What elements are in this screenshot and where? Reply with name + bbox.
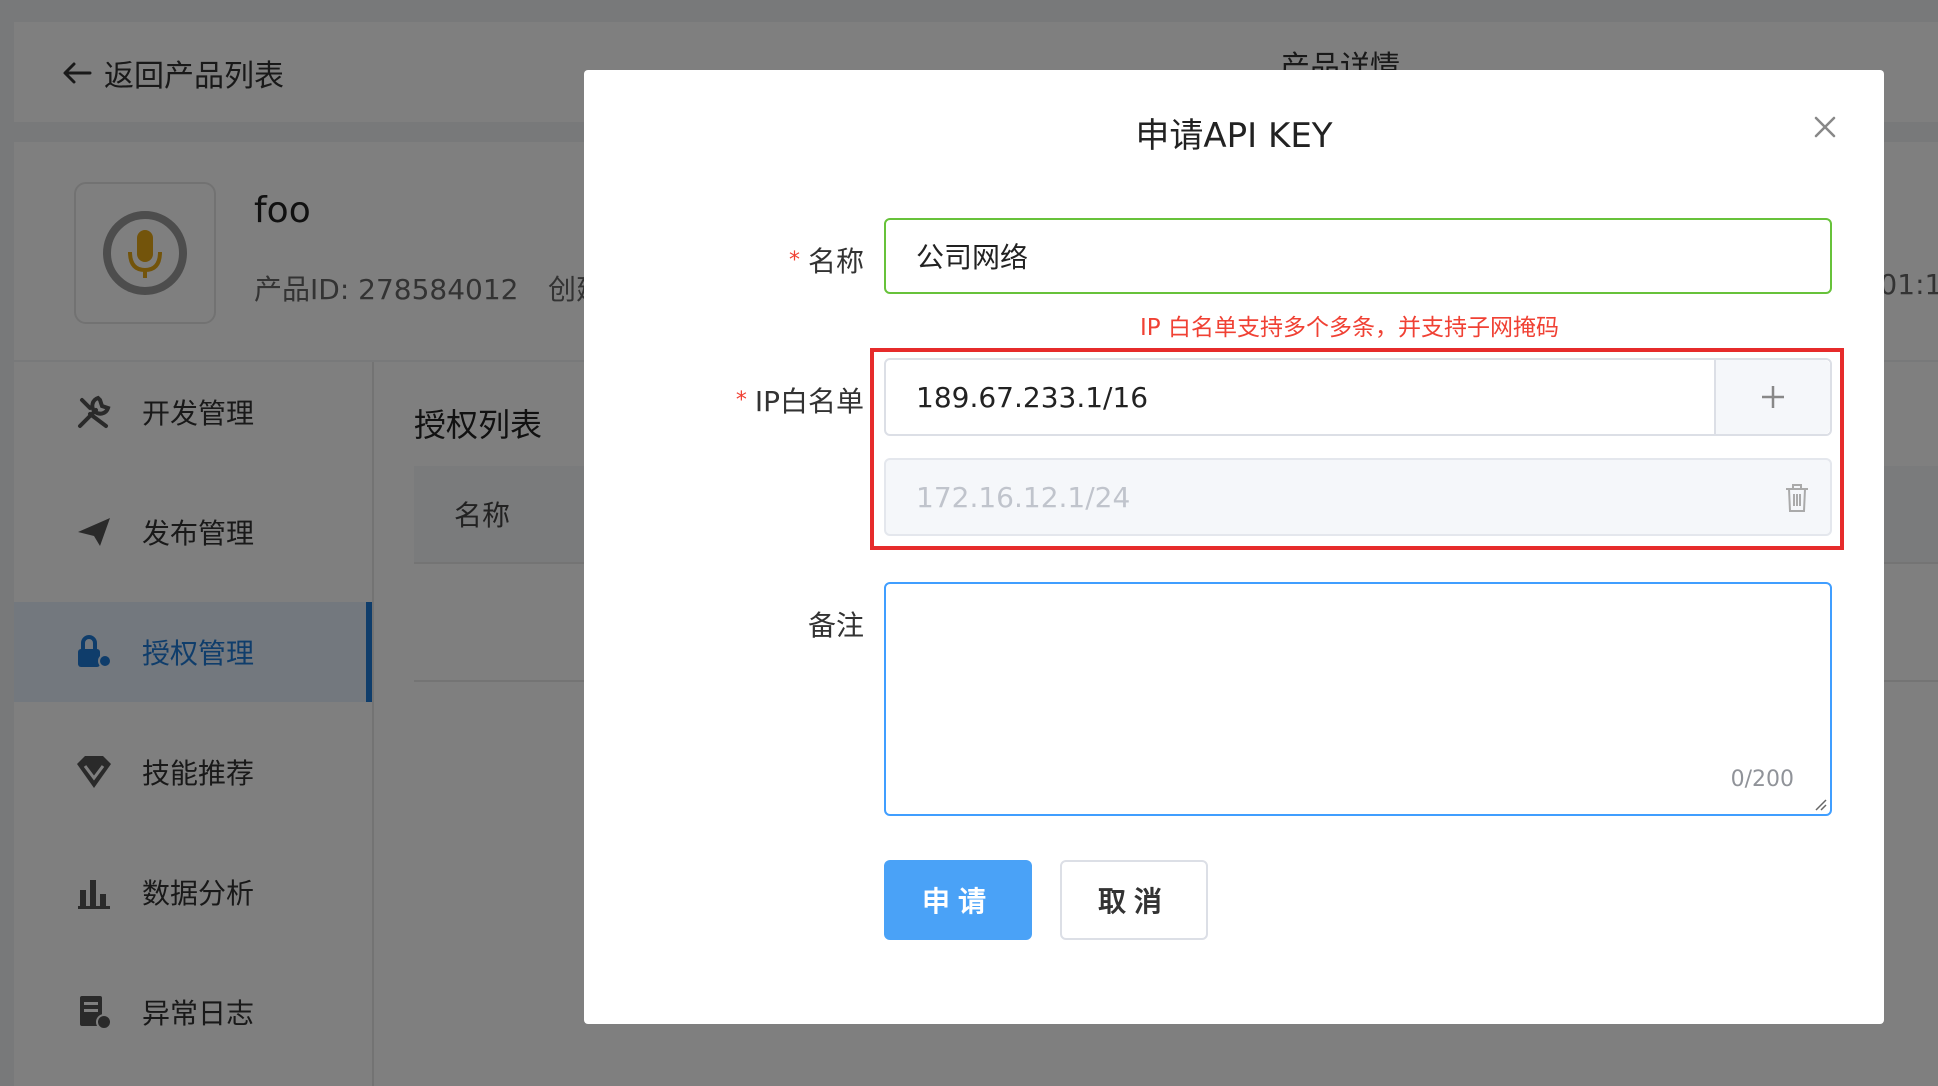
note-label: 备注 [807,609,864,642]
submit-button[interactable]: 申请 [884,860,1032,940]
close-icon[interactable] [1810,112,1840,142]
name-label: * 名称 [788,245,864,278]
ip-input-row: 189.67.233.1/16 [884,358,1832,436]
required-asterisk: * [788,248,800,273]
ip-input-row: 172.16.12.1/24 [884,458,1832,536]
add-ip-button[interactable] [1714,360,1830,434]
ip-whitelist-label: * IP白名单 [735,385,864,418]
ip-whitelist-hint: IP 白名单支持多个多条，并支持子网掩码 [1140,315,1559,341]
dialog-title: 申请API KEY [1135,116,1333,156]
name-input[interactable]: 公司网络 [884,218,1832,294]
ip-input[interactable]: 172.16.12.1/24 [916,460,1130,534]
ip-input[interactable]: 189.67.233.1/16 [916,360,1148,434]
required-asterisk: * [735,388,747,413]
note-textarea[interactable]: 0/200 [884,582,1832,816]
resize-handle-icon[interactable] [1812,796,1828,812]
apply-api-key-dialog: 申请API KEY * 名称 公司网络 IP 白名单支持多个多条，并支持子网掩码 … [584,70,1884,1024]
char-counter: 0/200 [1730,767,1794,792]
plus-icon [1762,386,1784,408]
trash-icon[interactable] [1782,482,1812,514]
cancel-button[interactable]: 取消 [1060,860,1208,940]
